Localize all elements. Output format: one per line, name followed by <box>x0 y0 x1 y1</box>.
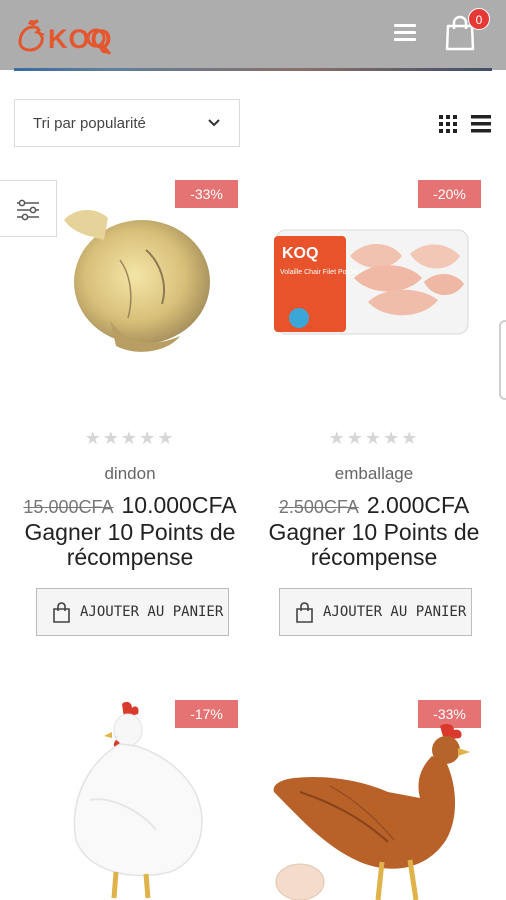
grid-view-icon[interactable] <box>438 114 458 134</box>
sliders-icon <box>17 199 39 221</box>
add-to-cart-button[interactable]: AJOUTER AU PANIER <box>36 588 229 636</box>
okoq-logo[interactable]: KOQ <box>14 14 114 58</box>
chevron-down-icon <box>208 119 220 127</box>
shopping-bag-icon <box>53 602 70 623</box>
add-to-cart-label: AJOUTER AU PANIER <box>80 604 224 620</box>
old-price: 2.500CFA <box>278 497 359 517</box>
sort-select-value: Tri par popularité <box>33 115 146 132</box>
app-header: KOQ 0 <box>0 0 506 70</box>
sale-price: 2.000CFA <box>366 492 470 518</box>
cart-count-badge: 0 <box>468 8 490 30</box>
reward-points-text: Gagner 10 Points de récompense <box>268 519 480 570</box>
banner-edge <box>14 68 492 71</box>
price-line: 15.000CFA 10.000CFA <box>10 492 250 519</box>
add-to-cart-label: AJOUTER AU PANIER <box>323 604 467 620</box>
turkey-image[interactable] <box>50 200 220 365</box>
hamburger-line <box>394 38 416 41</box>
sort-select[interactable]: Tri par popularité <box>14 99 240 147</box>
rating-stars: ★★★★★ <box>84 428 176 448</box>
hamburger-line <box>394 31 416 34</box>
price-line: 2.500CFA 2.000CFA <box>254 492 494 519</box>
reward-points-text: Gagner 10 Points de récompense <box>24 519 236 570</box>
product-category[interactable]: emballage <box>254 464 494 484</box>
add-to-cart-button[interactable]: AJOUTER AU PANIER <box>279 588 472 636</box>
side-panel-handle[interactable] <box>499 320 506 400</box>
product-category[interactable]: dindon <box>10 464 250 484</box>
white-chicken-image[interactable] <box>60 700 220 900</box>
logo-text: KOQ <box>48 24 113 54</box>
rating-stars: ★★★★★ <box>328 428 420 448</box>
chicken-fillet-package-image[interactable]: KOQ Volaille Chair Filet Poulet Reconsti… <box>272 226 472 338</box>
package-logo-text: KOQ <box>282 245 318 262</box>
sale-price: 10.000CFA <box>121 492 237 518</box>
brown-hen-image[interactable] <box>270 722 476 900</box>
hamburger-line <box>394 24 416 27</box>
list-view-icon[interactable] <box>471 114 491 134</box>
old-price: 15.000CFA <box>23 497 114 517</box>
menu-button[interactable] <box>394 24 416 42</box>
shopping-bag-icon <box>296 602 313 623</box>
filter-button[interactable] <box>0 180 57 237</box>
discount-badge: -20% <box>418 180 481 208</box>
